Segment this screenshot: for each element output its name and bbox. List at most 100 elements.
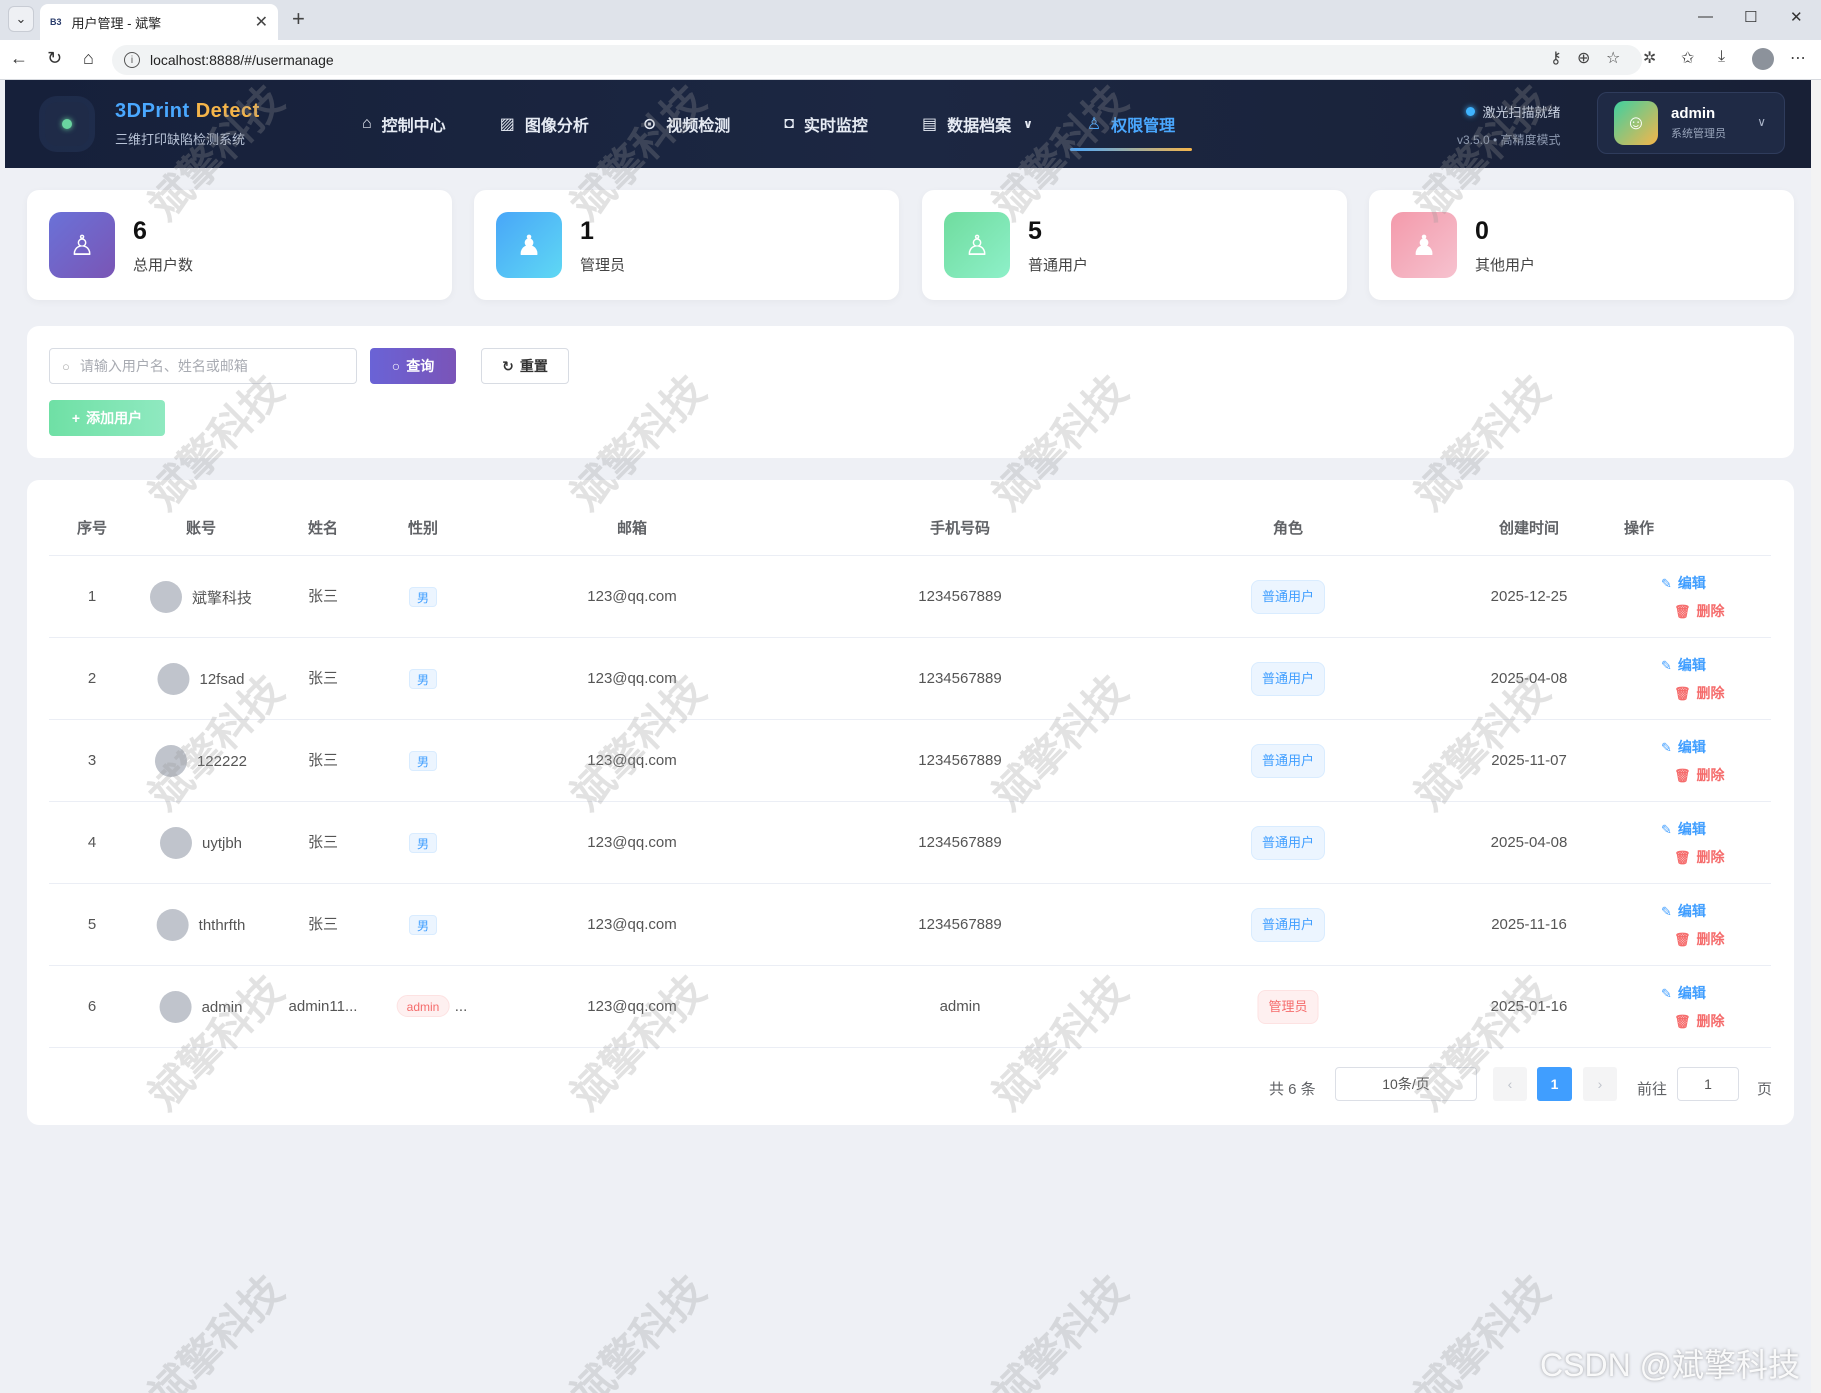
delete-button[interactable]: 🗑 删除 xyxy=(1674,1011,1725,1031)
edit-button[interactable]: ✎ 编辑 xyxy=(1661,819,1706,839)
stat-card-other: ♟ 0 其他用户 xyxy=(1369,190,1794,300)
delete-button[interactable]: 🗑 删除 xyxy=(1674,847,1725,867)
main-menu: ⌂ 控制中心 ▨ 图像分析 ⊙ 视频检测 ◘ 实时监控 ▤ 数据档案 ∨ ♙ 权限管理 xyxy=(335,80,1202,168)
avatar xyxy=(149,581,182,613)
tab-close-icon[interactable]: ✕ xyxy=(255,12,268,32)
menu-item-image-analysis[interactable]: ▨ 图像分析 xyxy=(473,80,616,168)
menu-item-video-detection[interactable]: ⊙ 视频检测 xyxy=(616,80,757,168)
pagination-total: 共 6 条 xyxy=(1269,1081,1316,1098)
key-icon[interactable]: ⚷ xyxy=(1550,48,1562,68)
goto-page-input[interactable]: 1 xyxy=(1677,1067,1739,1101)
tab-search-chevron-icon[interactable]: ⌄ xyxy=(8,6,34,32)
gender-overflow: ... xyxy=(454,998,468,1015)
cell-account: 122222 xyxy=(154,744,247,778)
edit-icon: ✎ xyxy=(1661,822,1672,837)
trash-icon: 🗑 xyxy=(1674,1014,1691,1029)
edit-button[interactable]: ✎ 编辑 xyxy=(1661,901,1706,921)
cell-no: 2 xyxy=(87,670,97,687)
col-header-actions: 操作 xyxy=(1623,520,1655,537)
edit-button[interactable]: ✎ 编辑 xyxy=(1661,737,1706,757)
star-icon[interactable]: ☆ xyxy=(1606,48,1620,68)
home-icon[interactable]: ⌂ xyxy=(83,48,94,69)
zoom-icon[interactable]: ⊕ xyxy=(1577,48,1590,68)
back-arrow-icon[interactable]: ← xyxy=(10,48,28,69)
gender-tag: 男 xyxy=(408,587,438,607)
extensions-icon[interactable]: ✲ xyxy=(1643,48,1656,68)
search-input[interactable] xyxy=(79,358,356,374)
add-user-button[interactable]: + 添加用户 xyxy=(49,400,165,436)
stat-card-total: ♙ 6 总用户数 xyxy=(27,190,452,300)
window-close-icon[interactable]: ✕ xyxy=(1790,8,1803,26)
stat-label: 管理员 xyxy=(580,257,626,274)
cell-created: 2025-01-16 xyxy=(1490,998,1568,1015)
download-icon[interactable]: ⤓ xyxy=(1718,48,1725,66)
edit-button[interactable]: ✎ 编辑 xyxy=(1661,983,1706,1003)
stat-label: 总用户数 xyxy=(133,257,194,274)
delete-button[interactable]: 🗑 删除 xyxy=(1674,765,1725,785)
cell-name: 张三 xyxy=(307,588,339,605)
chevron-down-icon: ∨ xyxy=(1757,115,1766,129)
next-page-chevron-icon[interactable]: › xyxy=(1583,1067,1617,1101)
more-menu-icon[interactable]: ⋯ xyxy=(1790,48,1806,68)
delete-button[interactable]: 🗑 删除 xyxy=(1674,683,1725,703)
plus-icon: + xyxy=(71,410,81,426)
menu-item-permission[interactable]: ♙ 权限管理 xyxy=(1060,80,1202,168)
url-field[interactable]: i localhost:8888/#/usermanage xyxy=(112,45,1642,75)
new-tab-plus-icon[interactable]: + xyxy=(292,6,305,32)
user-filled-icon: ♟ xyxy=(1391,212,1457,278)
gender-tag: 男 xyxy=(408,833,438,853)
cell-no: 5 xyxy=(87,916,97,933)
menu-item-data-archive[interactable]: ▤ 数据档案 ∨ xyxy=(895,80,1060,168)
trash-icon: 🗑 xyxy=(1674,604,1691,619)
edit-icon: ✎ xyxy=(1661,904,1672,919)
minimize-icon[interactable]: — xyxy=(1698,8,1713,25)
user-menu[interactable]: ☺ admin 系统管理员 ∨ xyxy=(1597,92,1785,154)
cell-created: 2025-11-16 xyxy=(1491,916,1567,933)
user-icon: ♙ xyxy=(1086,116,1102,133)
delete-button[interactable]: 🗑 删除 xyxy=(1674,929,1725,949)
user-filled-icon: ♟ xyxy=(496,212,562,278)
avatar xyxy=(157,663,190,695)
document-icon: ▤ xyxy=(921,116,938,133)
cell-created: 2025-12-25 xyxy=(1490,588,1568,605)
delete-button[interactable]: 🗑 删除 xyxy=(1674,601,1725,621)
cell-account: uytjbh xyxy=(159,826,242,860)
menu-item-control-center[interactable]: ⌂ 控制中心 xyxy=(335,80,473,168)
table-row: 5 ththrfth 张三 男 123@qq.com 1234567889 普通用户 2025… xyxy=(49,884,1771,966)
table-row: 1 斌擎科技 张三 男 123@qq.com 1234567889 普通用户 2025-12-… xyxy=(49,556,1771,638)
reset-button[interactable]: ↻ 重置 xyxy=(481,348,569,384)
edit-button[interactable]: ✎ 编辑 xyxy=(1661,573,1706,593)
browser-tab[interactable]: B3 用户管理 - 斌擎 ✕ xyxy=(40,4,278,40)
version-text: v3.5.0 • 高精度模式 xyxy=(1457,133,1561,147)
tab-favicon: B3 xyxy=(50,17,62,27)
table-row: 4 uytjbh 张三 男 123@qq.com 1234567889 普通用户 2025-0… xyxy=(49,802,1771,884)
query-button[interactable]: ○ 查询 xyxy=(370,348,456,384)
site-info-icon[interactable]: i xyxy=(124,52,140,68)
role-badge: 管理员 xyxy=(1257,990,1319,1024)
edit-button[interactable]: ✎ 编辑 xyxy=(1661,655,1706,675)
page-size-select[interactable]: 10条/页 xyxy=(1335,1067,1477,1101)
maximize-icon[interactable]: ☐ xyxy=(1744,8,1757,26)
page-scrollbar[interactable] xyxy=(1811,80,1821,1393)
profile-avatar-icon[interactable] xyxy=(1752,48,1774,70)
cell-name: 张三 xyxy=(307,834,339,851)
page-button-current[interactable]: 1 xyxy=(1537,1067,1572,1101)
reload-icon[interactable]: ↻ xyxy=(47,48,62,69)
menu-item-realtime-monitor[interactable]: ◘ 实时监控 xyxy=(757,80,895,168)
avatar xyxy=(159,991,192,1023)
csdn-watermark: CSDN @斌擎科技 xyxy=(1540,1347,1801,1383)
gender-tag: admin xyxy=(396,995,450,1017)
cell-no: 6 xyxy=(87,998,97,1015)
system-status: 激光扫描就绪 v3.5.0 • 高精度模式 xyxy=(1457,102,1561,148)
cell-no: 1 xyxy=(87,588,97,605)
table-row: 6 admin admin11... admin... 123@qq.com admin 管… xyxy=(49,966,1771,1048)
play-icon: ⊙ xyxy=(642,116,657,133)
user-outline-icon: ♙ xyxy=(49,212,115,278)
logo-icon xyxy=(45,102,89,146)
prev-page-chevron-icon[interactable]: ‹ xyxy=(1493,1067,1527,1101)
favorites-icon[interactable]: ✩ xyxy=(1681,48,1694,68)
brand-subtitle: 三维打印缺陷检测系统 xyxy=(115,132,246,147)
cell-name: 张三 xyxy=(307,916,339,933)
chevron-down-icon: ∨ xyxy=(1023,117,1033,131)
trash-icon: 🗑 xyxy=(1674,686,1691,701)
